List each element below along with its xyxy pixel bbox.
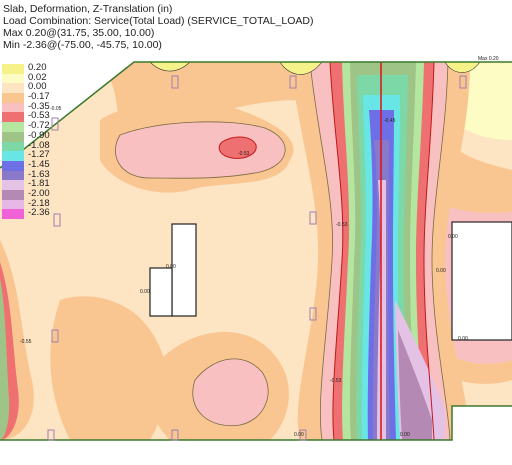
contour-band-mid-0-35	[115, 121, 286, 179]
legend-swatch	[2, 160, 24, 171]
contour-label: -0.55	[20, 339, 32, 345]
contour-label: 0.00	[448, 234, 458, 240]
contour-label: 0.00	[436, 268, 446, 274]
slab-contours	[0, 62, 512, 440]
contour-label: 0.00	[294, 432, 304, 438]
contour-label: -0.53	[336, 222, 348, 228]
legend-swatch	[2, 180, 24, 190]
contour-label: 0.00	[400, 432, 410, 438]
contour-label: -0.53	[330, 378, 342, 384]
legend-row: -2.36	[0, 207, 56, 219]
legend-swatch	[2, 141, 24, 152]
max-value-text: Max 0.20@(31.75, 35.00, 10.00)	[3, 27, 155, 39]
color-legend: 0.20 0.02 0.00 -0.17 -0.35 -0.53 -0.72 -0.90 -1.…	[0, 63, 56, 219]
slab-opening-3	[451, 221, 512, 341]
legend-swatch	[2, 189, 24, 200]
legend-swatch	[2, 93, 24, 103]
legend-swatch	[2, 170, 24, 181]
slab-opening-1	[171, 223, 197, 317]
min-value-text: Min -2.36@(-75.00, -45.75, 10.00)	[3, 39, 162, 51]
legend-swatch	[2, 73, 24, 84]
slab-opening-2	[149, 267, 173, 317]
legend-swatch	[2, 112, 24, 123]
legend-swatch	[2, 209, 24, 219]
contour-label: 0.00	[458, 336, 468, 342]
legend-swatch	[2, 199, 24, 210]
contour-label: 0.00	[166, 264, 176, 270]
legend-swatch	[2, 151, 24, 161]
contour-label: -0.45	[384, 118, 396, 124]
load-combination-text: Load Combination: Service(Total Load) (S…	[3, 15, 314, 27]
contour-label: -0.53	[238, 151, 250, 157]
contour-plot: -0.53 -0.45 -0.53 -0.55 0.00 0.00 -0.53 …	[0, 56, 512, 441]
legend-swatch	[2, 102, 24, 113]
legend-swatch	[2, 64, 24, 74]
contour-label: Max 0.20	[478, 56, 499, 62]
contour-label: 0.00	[140, 289, 150, 295]
legend-label: -2.36	[28, 207, 50, 219]
plot-title: Slab, Deformation, Z-Translation (in)	[3, 3, 173, 15]
legend-swatch	[2, 122, 24, 132]
legend-swatch	[2, 83, 24, 94]
legend-swatch	[2, 131, 24, 142]
